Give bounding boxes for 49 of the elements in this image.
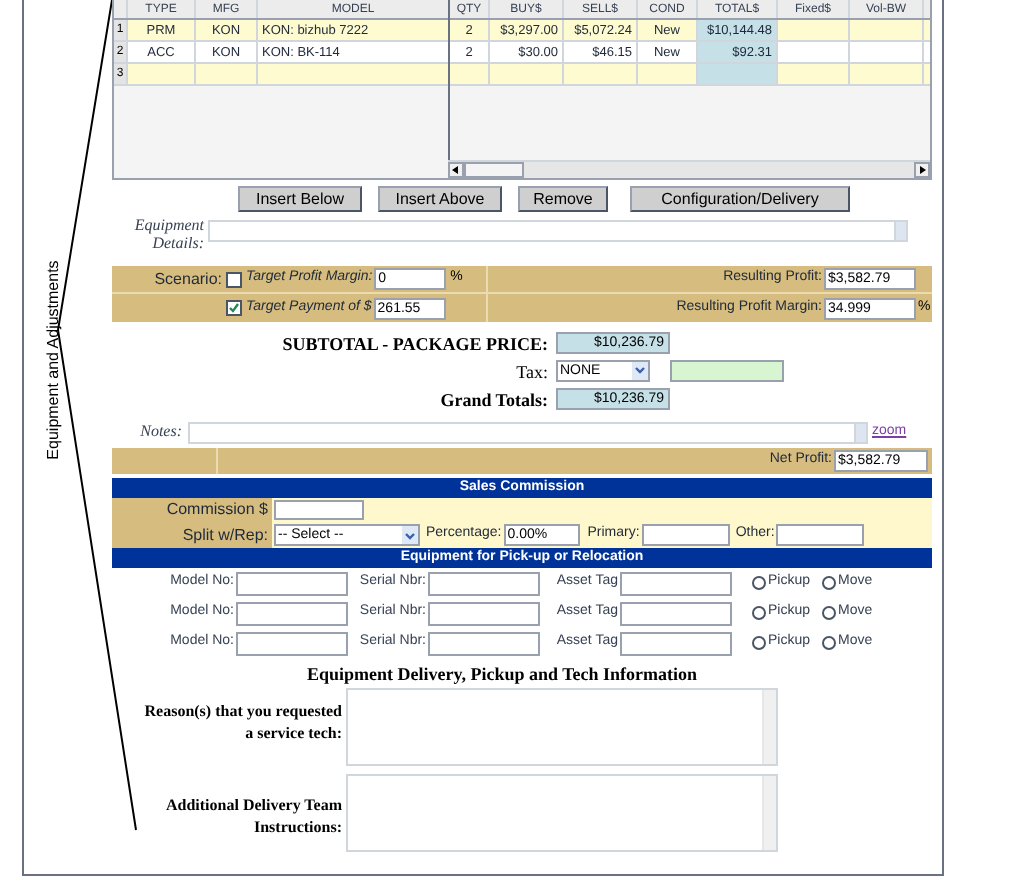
section-label: Equipment and Adjustments [42,260,64,460]
action-button[interactable]: Insert Below [238,185,362,211]
tax-label: Tax: [516,362,548,382]
notes-label: Notes: [138,420,184,444]
input-field[interactable] [620,631,732,655]
details-field[interactable] [208,220,908,242]
horizontal-scrollbar[interactable] [448,160,930,178]
field-label: Equipment Details: [132,216,206,252]
action-button[interactable]: Configuration/Delivery [630,185,850,211]
input-field[interactable] [428,601,540,625]
field-label: Reason(s) that you requested a service tech: [142,700,342,744]
field-label: Commission $ [166,498,268,522]
input-field[interactable] [620,571,732,595]
scroll-left-arrow-icon[interactable] [448,162,464,178]
grand-total-label: Grand Totals: [440,390,548,410]
text-area[interactable] [346,774,778,852]
radio-button[interactable] [822,576,837,590]
input-field[interactable] [236,601,348,625]
scroll-right-arrow-icon[interactable] [914,162,930,178]
input-field[interactable] [776,524,865,546]
notes-field[interactable] [188,421,868,443]
radio-button[interactable] [752,606,766,620]
radio-button[interactable] [752,636,766,650]
tax-amount-field [670,359,784,381]
action-button[interactable]: Insert Above [378,185,502,211]
input-field[interactable] [236,631,348,655]
checkbox[interactable] [226,300,242,316]
radio-button[interactable] [822,606,837,620]
input-field[interactable] [236,571,348,595]
input-field[interactable] [620,601,732,625]
scroll-thumb[interactable] [464,162,524,178]
section-title: Equipment Delivery, Pickup and Tech Information [304,662,700,688]
checkbox[interactable] [226,271,242,287]
radio-button[interactable] [822,636,837,650]
radio-button[interactable] [752,576,766,590]
input-field[interactable] [641,524,730,546]
field-label: Scenario: [154,269,222,287]
field-label: Additional Delivery Team Instructions: [163,794,342,838]
scrollbar [762,776,776,850]
chevron-down-icon [632,361,648,379]
input-field[interactable] [274,500,364,520]
action-button[interactable]: Remove [518,185,608,211]
field-label: Split w/Rep: [182,523,268,547]
chevron-down-icon [402,526,418,544]
scrollbar [762,690,776,764]
text-area[interactable] [346,688,778,766]
input-field[interactable] [428,631,540,655]
input-field[interactable] [428,571,540,595]
subtotal-label: SUBTOTAL - PACKAGE PRICE: [282,334,548,354]
